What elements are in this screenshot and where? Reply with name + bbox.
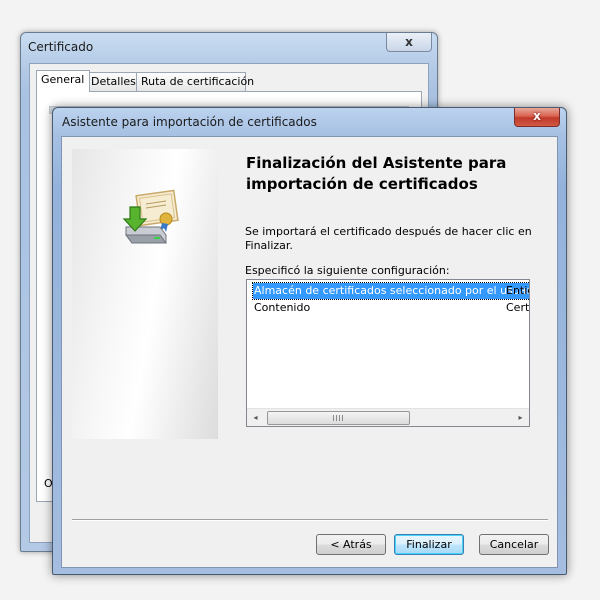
setting-value: Entic: [506, 284, 529, 297]
certificate-install-icon: [122, 189, 179, 244]
setting-value: Cert: [506, 301, 530, 314]
wizard-heading: Finalización del Asistente para importac…: [246, 154, 507, 193]
certificate-window-title: Certificado: [28, 40, 94, 54]
wizard-side-panel: [72, 149, 218, 439]
settings-list[interactable]: Almacén de certificados seleccionado por…: [246, 279, 530, 427]
wizard-body: Finalización del Asistente para importac…: [61, 136, 558, 568]
scroll-thumb[interactable]: [267, 411, 410, 425]
wizard-title: Asistente para importación de certificad…: [62, 115, 317, 129]
tab-general[interactable]: General: [36, 70, 90, 92]
tab-ruta-de-certificacion[interactable]: Ruta de certificación: [136, 72, 254, 91]
wizard-info-text: Se importará el certificado después de h…: [245, 225, 532, 252]
tab-detalles[interactable]: Detalles: [86, 72, 138, 91]
setting-name: Contenido: [254, 301, 311, 314]
horizontal-scrollbar[interactable]: ◂ ▸: [247, 408, 529, 426]
settings-label: Especificó la siguiente configuración:: [245, 264, 450, 277]
setting-name: Almacén de certificados seleccionado por…: [252, 282, 529, 300]
scroll-right-arrow-icon[interactable]: ▸: [512, 409, 529, 426]
back-button[interactable]: < Atrás: [316, 534, 386, 555]
button-separator: [72, 519, 548, 521]
import-wizard-window: Asistente para importación de certificad…: [52, 107, 567, 575]
certificate-window-close-button[interactable]: x: [386, 33, 432, 52]
finish-button[interactable]: Finalizar: [394, 534, 464, 555]
scroll-left-arrow-icon[interactable]: ◂: [247, 409, 264, 426]
scroll-grip-icon: [333, 415, 343, 421]
cancel-button[interactable]: Cancelar: [479, 534, 549, 555]
wizard-close-button[interactable]: x: [514, 108, 560, 127]
